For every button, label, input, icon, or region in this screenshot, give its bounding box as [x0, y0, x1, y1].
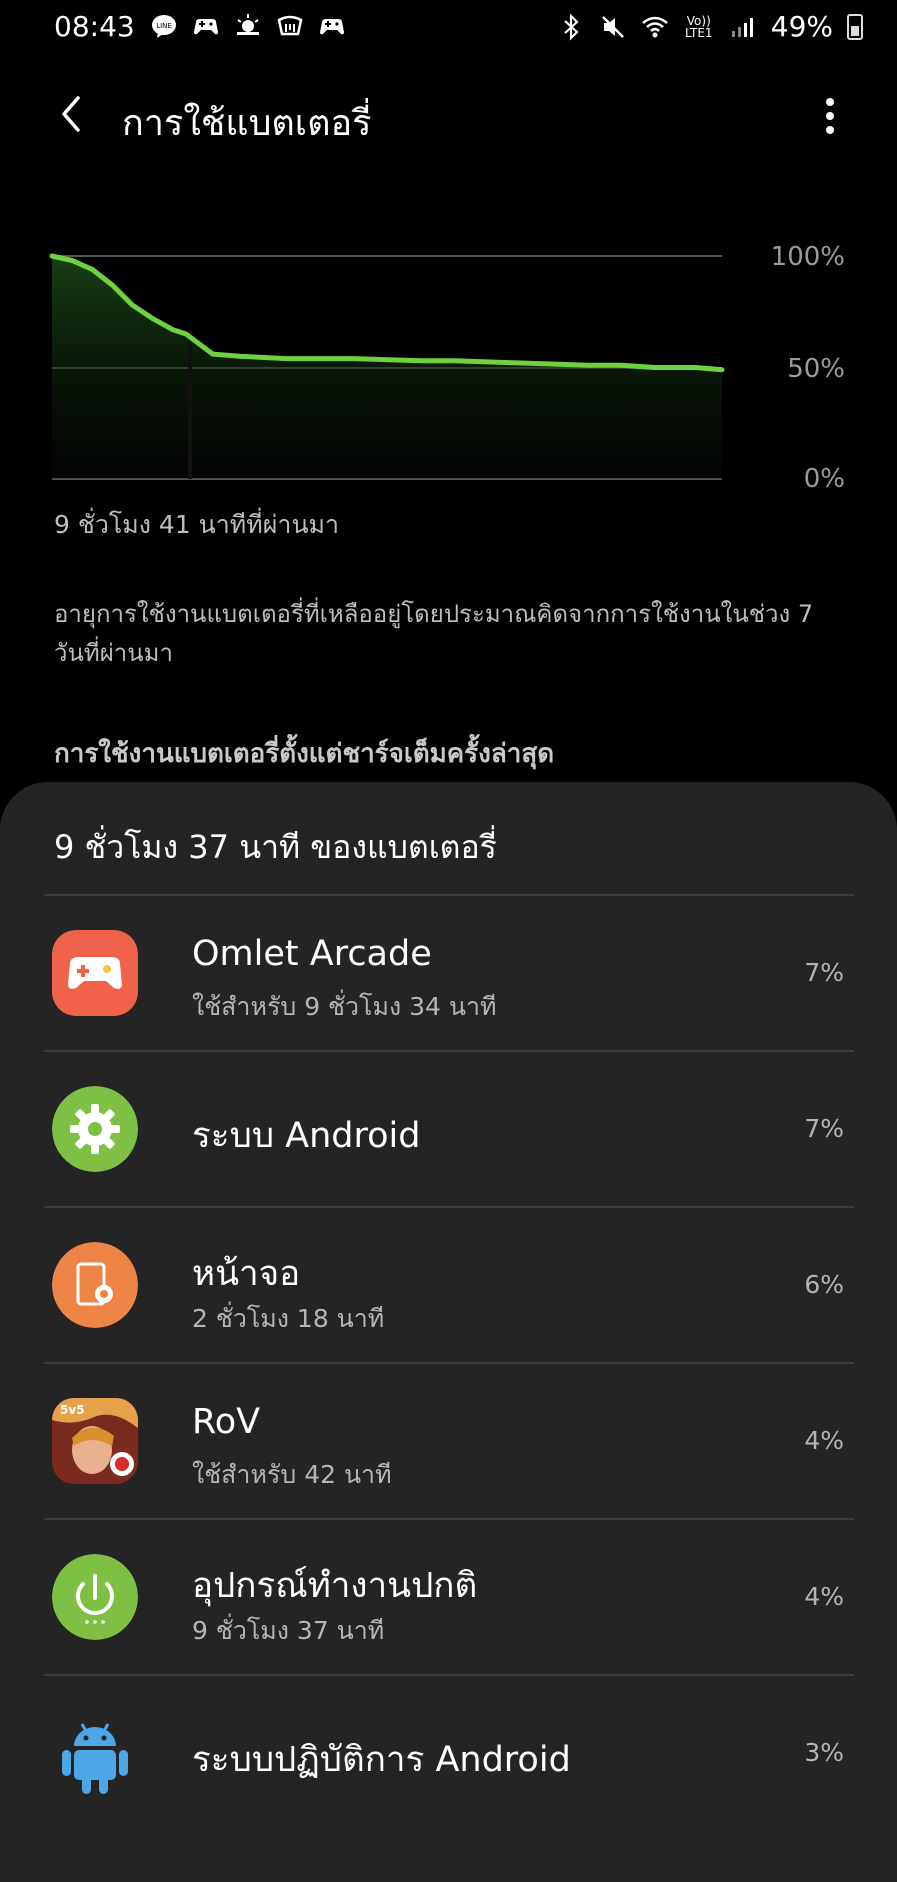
- app-notification-icon: [277, 15, 303, 36]
- y-tick-0: 0%: [803, 464, 845, 494]
- elapsed-time-label: 9 ชั่วโมง 41 นาทีที่ผ่านมา: [54, 510, 340, 539]
- status-time: 08:43: [54, 10, 135, 43]
- item-percent: 4%: [804, 1582, 844, 1611]
- svg-text:LINE: LINE: [156, 22, 172, 30]
- item-percent: 7%: [804, 958, 844, 987]
- list-item-omlet-arcade[interactable]: Omlet Arcade ใช้สำหรับ 9 ชั่วโมง 34 นาที…: [44, 894, 854, 1052]
- back-arrow-icon[interactable]: [54, 92, 88, 136]
- system-icons: Vo)) LTE1 49%: [557, 10, 863, 43]
- item-percent: 4%: [804, 1426, 844, 1455]
- y-tick-100: 100%: [770, 242, 845, 272]
- weather-icon: [237, 14, 259, 35]
- item-subtitle: ใช้สำหรับ 9 ชั่วโมง 34 นาที: [192, 992, 497, 1021]
- android-robot-icon: [62, 1723, 128, 1794]
- battery-icon: [847, 13, 863, 40]
- list-item-device-idle[interactable]: อุปกรณ์ทำงานปกติ 9 ชั่วโมง 37 นาที 4%: [44, 1518, 854, 1676]
- notification-icons: LINE: [150, 12, 346, 40]
- gear-icon: [52, 1086, 138, 1172]
- line-app-icon: LINE: [152, 15, 176, 38]
- gamepad-icon: [52, 930, 138, 1016]
- item-name: Omlet Arcade: [192, 934, 432, 974]
- app-bar: การใช้แบตเตอรี่: [0, 80, 897, 150]
- wifi-icon: [641, 16, 668, 37]
- item-subtitle: 9 ชั่วโมง 37 นาที: [192, 1616, 385, 1645]
- item-name: ระบบปฏิบัติการ Android: [192, 1740, 571, 1780]
- item-percent: 3%: [804, 1738, 844, 1767]
- screen-brightness-icon: [52, 1242, 138, 1328]
- list-item-rov[interactable]: 5v5 RoV ใช้สำหรับ 42 นาที 4%: [44, 1362, 854, 1520]
- lte-label: LTE1: [684, 25, 713, 40]
- item-name: ระบบ Android: [192, 1116, 421, 1156]
- chart-canvas: [49, 253, 725, 480]
- bluetooth-icon: [564, 12, 579, 41]
- list-item-android-system[interactable]: ระบบ Android 7%: [44, 1050, 854, 1208]
- more-options-icon[interactable]: [823, 94, 837, 138]
- usage-total-title: 9 ชั่วโมง 37 นาที ของแบตเตอรี่: [54, 828, 497, 866]
- svg-text:5v5: 5v5: [60, 1403, 85, 1417]
- since-full-charge-label: การใช้งานแบตเตอรี่ตั้งแต่ชาร์จเต็มครั้งล…: [54, 739, 555, 769]
- item-name: อุปกรณ์ทำงานปกติ: [192, 1566, 478, 1606]
- battery-usage-chart: 100% 50% 0%: [0, 230, 897, 500]
- item-name: หน้าจอ: [192, 1254, 301, 1294]
- volte-lte-indicator: Vo)) LTE1: [683, 15, 715, 39]
- gamepad-icon: [320, 19, 344, 35]
- volte-label: Vo)): [686, 13, 711, 28]
- status-bar: 08:43 LINE Vo)) LTE1 49%: [0, 0, 897, 56]
- battery-percent: 49%: [770, 10, 833, 43]
- list-item-screen[interactable]: หน้าจอ 2 ชั่วโมง 18 นาที 6%: [44, 1206, 854, 1364]
- list-item-android-os[interactable]: ระบบปฏิบัติการ Android 3%: [44, 1674, 854, 1832]
- usage-sheet: 9 ชั่วโมง 37 นาที ของแบตเตอรี่ Omlet Arc…: [0, 782, 897, 1882]
- item-subtitle: ใช้สำหรับ 42 นาที: [192, 1460, 392, 1489]
- power-icon: [52, 1554, 138, 1640]
- item-subtitle: 2 ชั่วโมง 18 นาที: [192, 1304, 385, 1333]
- item-percent: 7%: [804, 1114, 844, 1143]
- gamepad-icon: [194, 19, 218, 35]
- item-name: RoV: [192, 1402, 261, 1442]
- estimate-note: อายุการใช้งานแบตเตอรี่ที่เหลืออยู่โดยประ…: [54, 600, 814, 667]
- item-percent: 6%: [804, 1270, 844, 1299]
- mute-icon: [601, 15, 624, 38]
- signal-icon: [731, 17, 753, 37]
- y-tick-50: 50%: [787, 354, 845, 384]
- rov-game-icon: 5v5: [52, 1398, 138, 1484]
- page-title: การใช้แบตเตอรี่: [122, 103, 372, 144]
